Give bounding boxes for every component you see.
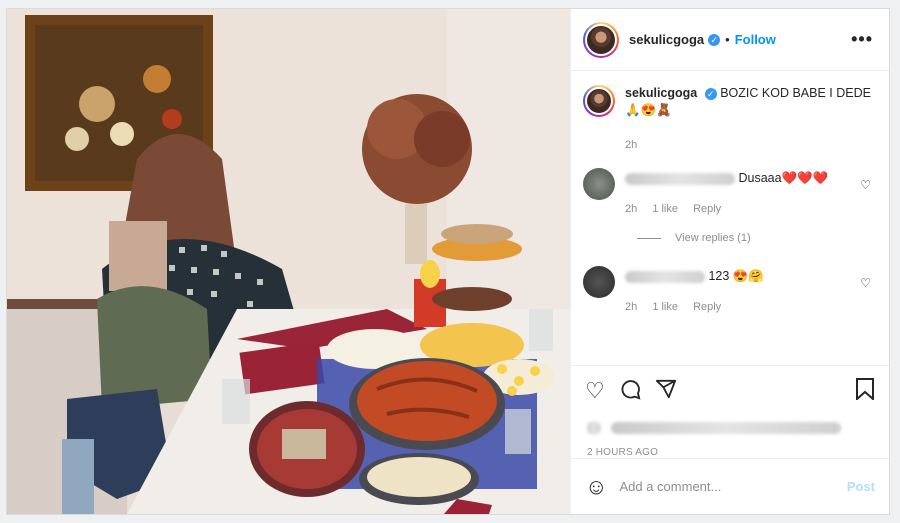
caption-emojis: 🙏😍🧸 — [625, 103, 672, 117]
add-comment-bar: ☺ Post — [571, 458, 889, 514]
post-sidebar: sekulicgoga ✓ • Follow ••• sekulicgoga ✓… — [570, 9, 889, 514]
comment-like-heart-icon[interactable]: ♡ — [860, 276, 871, 290]
separator-dot: • — [725, 32, 730, 47]
view-replies-button[interactable]: View replies (1) — [637, 232, 873, 244]
author-username[interactable]: sekulicgoga — [629, 32, 704, 47]
verified-badge-icon: ✓ — [704, 87, 717, 100]
caption-text: BOZIC KOD BABE I DEDE — [720, 86, 871, 100]
commenter-avatar[interactable] — [583, 266, 615, 298]
more-options-icon[interactable]: ••• — [851, 29, 873, 50]
commenter-avatar[interactable] — [583, 168, 615, 200]
caption-row: sekulicgoga ✓ BOZIC KOD BABE I DEDE 🙏😍🧸 … — [583, 85, 873, 154]
comment-like-heart-icon[interactable]: ♡ — [860, 178, 871, 192]
comment-emojis: 😍🤗 — [732, 269, 764, 283]
comments-list[interactable]: sekulicgoga ✓ BOZIC KOD BABE I DEDE 🙏😍🧸 … — [571, 71, 889, 365]
caption-username[interactable]: sekulicgoga — [625, 86, 697, 100]
blurred-likes-text — [611, 421, 842, 434]
post-timestamp: 2 HOURS AGO — [587, 447, 659, 458]
emoji-icon[interactable]: ☺ — [585, 474, 607, 500]
reply-button[interactable]: Reply — [693, 301, 721, 313]
comment-text: 123 — [708, 269, 730, 283]
comment-time: 2h — [625, 203, 638, 215]
likes-row — [571, 415, 889, 441]
post-modal: sekulicgoga ✓ • Follow ••• sekulicgoga ✓… — [6, 8, 890, 515]
christmas-table-photo — [7, 9, 570, 514]
bookmark-icon[interactable] — [855, 377, 875, 404]
view-replies-label: View replies (1) — [675, 232, 751, 244]
comment-likes[interactable]: 1 like — [652, 301, 678, 313]
comment-emojis: ❤️❤️❤️ — [781, 171, 829, 185]
share-icon[interactable] — [655, 378, 677, 404]
blurred-username — [625, 270, 705, 283]
reply-button[interactable]: Reply — [693, 203, 721, 215]
comment-icon[interactable] — [619, 378, 641, 404]
post-comment-button[interactable]: Post — [847, 479, 875, 494]
comment-row: Dusaaa❤️❤️❤️ 2h 1 like Reply ♡ — [583, 168, 873, 218]
replies-line — [637, 237, 661, 239]
follow-button[interactable]: Follow — [735, 32, 776, 47]
post-header: sekulicgoga ✓ • Follow ••• — [571, 9, 889, 71]
comment-input[interactable] — [617, 478, 847, 495]
post-photo[interactable] — [7, 9, 570, 514]
caption-avatar[interactable] — [583, 85, 615, 117]
liker-avatar — [587, 420, 601, 435]
author-avatar[interactable] — [583, 21, 619, 58]
comment-time: 2h — [625, 301, 638, 313]
comment-text: Dusaaa — [738, 171, 782, 185]
blurred-username — [625, 172, 735, 185]
post-actions: ♡ — [571, 365, 889, 415]
comment-likes[interactable]: 1 like — [652, 203, 678, 215]
comment-row: 123 😍🤗 2h 1 like Reply ♡ — [583, 266, 873, 316]
verified-badge-icon: ✓ — [708, 33, 721, 46]
caption-time: 2h — [625, 139, 638, 151]
heart-icon[interactable]: ♡ — [585, 379, 605, 402]
